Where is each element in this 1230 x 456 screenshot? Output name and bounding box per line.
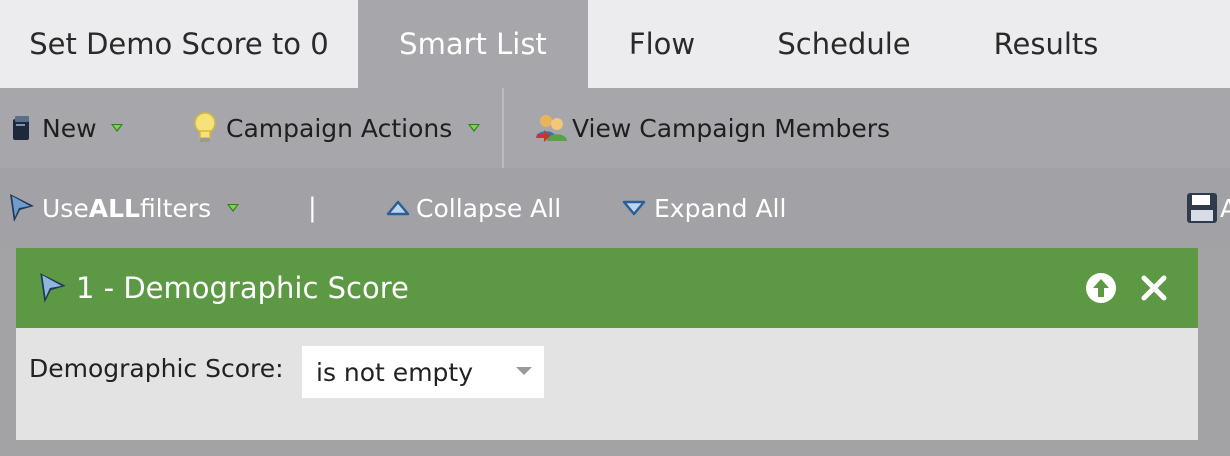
use-filters-prefix: Use <box>42 193 89 223</box>
arrow-up-circle-icon <box>1086 273 1116 303</box>
expand-all-button[interactable]: Expand All <box>622 168 786 248</box>
filter-card-header: 1 - Demographic Score <box>16 248 1198 328</box>
filter-title: 1 - Demographic Score <box>76 271 409 305</box>
filterbar-separator: | <box>308 193 317 223</box>
filter-card: 1 - Demographic Score Demographic Score:… <box>16 248 1198 440</box>
expand-triangle-icon <box>622 200 646 216</box>
campaign-actions-label: Campaign Actions <box>226 113 453 143</box>
use-filters-dropdown[interactable]: Use ALL filters <box>8 168 240 248</box>
new-dropdown-caret <box>110 124 123 132</box>
save-label: A <box>1220 193 1230 223</box>
save-disk-icon <box>1187 193 1217 223</box>
tab-schedule[interactable]: Schedule <box>736 0 952 88</box>
tab-results[interactable]: Results <box>952 0 1140 88</box>
operator-select[interactable]: is not empty <box>302 346 544 398</box>
smart-campaign-view: Set Demo Score to 0 Smart List Flow Sche… <box>0 0 1230 456</box>
collapse-all-button[interactable]: Collapse All <box>386 168 561 248</box>
use-filters-suffix: filters <box>139 193 212 223</box>
use-filters-all: ALL <box>88 193 140 223</box>
close-icon <box>1141 275 1167 301</box>
use-filters-caret <box>227 204 240 212</box>
campaign-actions-button[interactable]: Campaign Actions <box>192 88 481 168</box>
filter-funnel-icon <box>40 273 66 303</box>
filter-card-body: Demographic Score: is not empty <box>16 328 1198 440</box>
view-campaign-members-button[interactable]: View Campaign Members <box>534 88 890 168</box>
expand-all-label: Expand All <box>654 193 787 223</box>
lightbulb-icon <box>194 112 216 142</box>
view-campaign-members-label: View Campaign Members <box>572 113 891 143</box>
save-button[interactable]: A <box>1186 168 1230 248</box>
campaign-actions-caret <box>468 124 481 132</box>
chevron-down-icon <box>516 367 532 375</box>
demographic-score-label: Demographic Score: <box>29 354 284 383</box>
filter-bar: Use ALL filters | Collapse All Expand Al… <box>0 168 1230 248</box>
operator-value: is not empty <box>316 357 474 387</box>
toolbar-divider <box>502 88 504 168</box>
people-icon <box>536 115 567 142</box>
toolbar: New Campaign Actions View Campaign Membe… <box>0 88 1230 168</box>
new-label: New <box>42 113 97 143</box>
collapse-triangle-icon <box>386 200 410 216</box>
new-icon <box>13 116 29 140</box>
tab-flow[interactable]: Flow <box>588 0 736 88</box>
filter-funnel-icon <box>10 194 34 222</box>
remove-filter-button[interactable] <box>1136 270 1172 306</box>
collapse-all-label: Collapse All <box>416 193 562 223</box>
tab-set-demo-score[interactable]: Set Demo Score to 0 <box>0 0 358 88</box>
tab-smart-list[interactable]: Smart List <box>358 0 588 88</box>
move-up-button[interactable] <box>1083 270 1119 306</box>
tab-bar: Set Demo Score to 0 Smart List Flow Sche… <box>0 0 1230 88</box>
new-button[interactable]: New <box>10 88 123 168</box>
